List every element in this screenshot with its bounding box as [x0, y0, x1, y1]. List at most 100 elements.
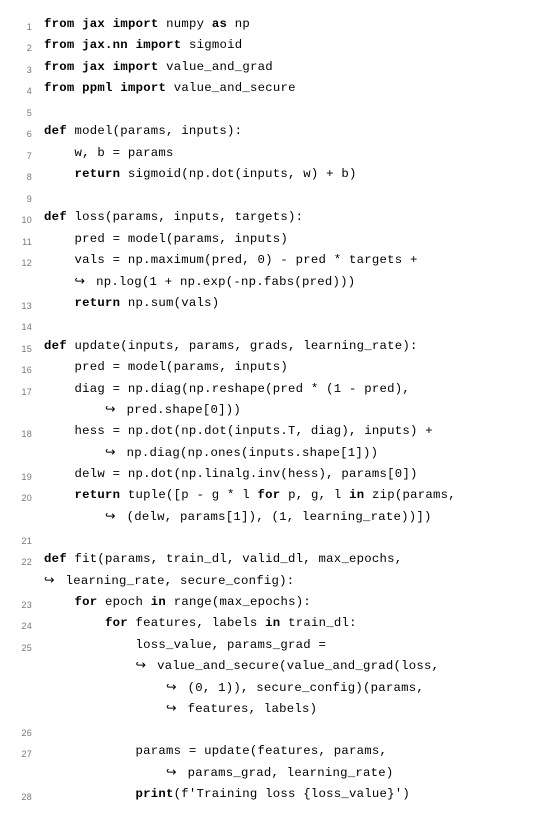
- line-number: [0, 678, 44, 684]
- code-text: np.sum(vals): [120, 296, 219, 310]
- code-text: features, labels): [180, 702, 317, 716]
- code-row: 22def fit(params, train_dl, valid_dl, ma…: [0, 549, 540, 570]
- code-text: value_and_secure: [166, 81, 296, 95]
- code-line: loss_value, params_grad =: [44, 635, 540, 656]
- keyword: def: [44, 339, 67, 353]
- code-line: ↪ params_grad, learning_rate): [44, 763, 540, 784]
- code-row: 1from jax import numpy as np: [0, 14, 540, 35]
- code-row: 26: [0, 720, 540, 741]
- line-number: 13: [0, 293, 44, 314]
- code-text: zip(params,: [364, 488, 456, 502]
- keyword: in: [151, 595, 166, 609]
- code-text: loss_value, params_grad =: [136, 638, 327, 652]
- code-row: ↪ np.log(1 + np.exp(-np.fabs(pred))): [0, 272, 540, 293]
- keyword: import: [113, 60, 159, 74]
- line-number: 10: [0, 207, 44, 228]
- code-line: return sigmoid(np.dot(inputs, w) + b): [44, 164, 540, 185]
- line-number: [0, 400, 44, 406]
- code-text: epoch: [97, 595, 150, 609]
- line-number: 3: [0, 57, 44, 78]
- code-line: diag = np.diag(np.reshape(pred * (1 - pr…: [44, 379, 540, 400]
- code-row: 18 hess = np.dot(np.dot(inputs.T, diag),…: [0, 421, 540, 442]
- line-number: 25: [0, 635, 44, 656]
- code-line: for features, labels in train_dl:: [44, 613, 540, 634]
- code-text: (0, 1)), secure_config)(params,: [180, 681, 424, 695]
- keyword: jax: [82, 17, 105, 31]
- keyword: return: [75, 488, 121, 502]
- code-line: ↪ value_and_secure(value_and_grad(loss,: [44, 656, 540, 677]
- code-row: ↪ learning_rate, secure_config):: [0, 571, 540, 592]
- code-line: ↪ np.diag(np.ones(inputs.shape[1])): [44, 443, 540, 464]
- hookarrow-icon: ↪: [166, 763, 180, 784]
- code-text: pred = model(params, inputs): [75, 232, 289, 246]
- code-text: learning_rate, secure_config):: [58, 574, 294, 588]
- code-row: 21: [0, 528, 540, 549]
- line-number: 15: [0, 336, 44, 357]
- code-line: def fit(params, train_dl, valid_dl, max_…: [44, 549, 540, 570]
- code-row: 17 diag = np.diag(np.reshape(pred * (1 -…: [0, 379, 540, 400]
- keyword: def: [44, 124, 67, 138]
- code-row: 5: [0, 100, 540, 121]
- hookarrow-icon: ↪: [136, 656, 150, 677]
- keyword: import: [113, 17, 159, 31]
- code-row: 10def loss(params, inputs, targets):: [0, 207, 540, 228]
- code-text: vals = np.maximum(pred, 0) - pred * targ…: [75, 253, 418, 267]
- code-listing: 1from jax import numpy as np2from jax.nn…: [0, 0, 552, 819]
- code-text: [75, 38, 83, 52]
- code-line: from jax import numpy as np: [44, 14, 540, 35]
- hookarrow-icon: ↪: [166, 699, 180, 720]
- line-number: 16: [0, 357, 44, 378]
- code-text: loss(params, inputs, targets):: [67, 210, 303, 224]
- code-text: p, g, l: [280, 488, 349, 502]
- keyword: from: [44, 60, 75, 74]
- code-line: delw = np.dot(np.linalg.inv(hess), param…: [44, 464, 540, 485]
- code-text: range(max_epochs):: [166, 595, 311, 609]
- code-line: w, b = params: [44, 143, 540, 164]
- code-line: ↪ (delw, params[1]), (1, learning_rate))…: [44, 507, 540, 528]
- code-row: 28 print(f'Training loss {loss_value}'): [0, 784, 540, 805]
- line-number: 4: [0, 78, 44, 99]
- code-text: [128, 38, 136, 52]
- code-line: from jax.nn import sigmoid: [44, 35, 540, 56]
- code-text: w, b = params: [75, 146, 174, 160]
- line-number: 28: [0, 784, 44, 805]
- code-line: def model(params, inputs):: [44, 121, 540, 142]
- code-text: pred.shape[0])): [119, 403, 241, 417]
- code-row: 27 params = update(features, params,: [0, 741, 540, 762]
- code-text: (delw, params[1]), (1, learning_rate))]): [119, 510, 432, 524]
- code-row: ↪ (0, 1)), secure_config)(params,: [0, 678, 540, 699]
- line-number: 17: [0, 379, 44, 400]
- keyword: from: [44, 81, 75, 95]
- code-text: value_and_secure(value_and_grad(loss,: [150, 659, 440, 673]
- code-row: ↪ params_grad, learning_rate): [0, 763, 540, 784]
- code-text: [105, 60, 113, 74]
- keyword: def: [44, 210, 67, 224]
- code-text: update(inputs, params, grads, learning_r…: [67, 339, 418, 353]
- line-number: 7: [0, 143, 44, 164]
- keyword: for: [258, 488, 281, 502]
- keyword: from: [44, 38, 75, 52]
- code-line: from jax import value_and_grad: [44, 57, 540, 78]
- line-number: 20: [0, 485, 44, 506]
- code-row: 3from jax import value_and_grad: [0, 57, 540, 78]
- hookarrow-icon: ↪: [105, 443, 119, 464]
- code-row: 11 pred = model(params, inputs): [0, 229, 540, 250]
- code-line: from ppml import value_and_secure: [44, 78, 540, 99]
- code-line: params = update(features, params,: [44, 741, 540, 762]
- code-text: [105, 17, 113, 31]
- line-number: [0, 763, 44, 769]
- code-line: print(f'Training loss {loss_value}'): [44, 784, 540, 805]
- line-number: [0, 656, 44, 662]
- line-number: 12: [0, 250, 44, 271]
- code-text: [75, 60, 83, 74]
- code-text: np: [227, 17, 250, 31]
- code-line: ↪ np.log(1 + np.exp(-np.fabs(pred))): [44, 272, 540, 293]
- keyword: return: [75, 296, 121, 310]
- code-text: value_and_grad: [158, 60, 272, 74]
- keyword: for: [105, 616, 128, 630]
- keyword: print: [136, 787, 174, 801]
- code-line: ↪ pred.shape[0])): [44, 400, 540, 421]
- line-number: [0, 272, 44, 278]
- line-number: 18: [0, 421, 44, 442]
- code-text: [75, 17, 83, 31]
